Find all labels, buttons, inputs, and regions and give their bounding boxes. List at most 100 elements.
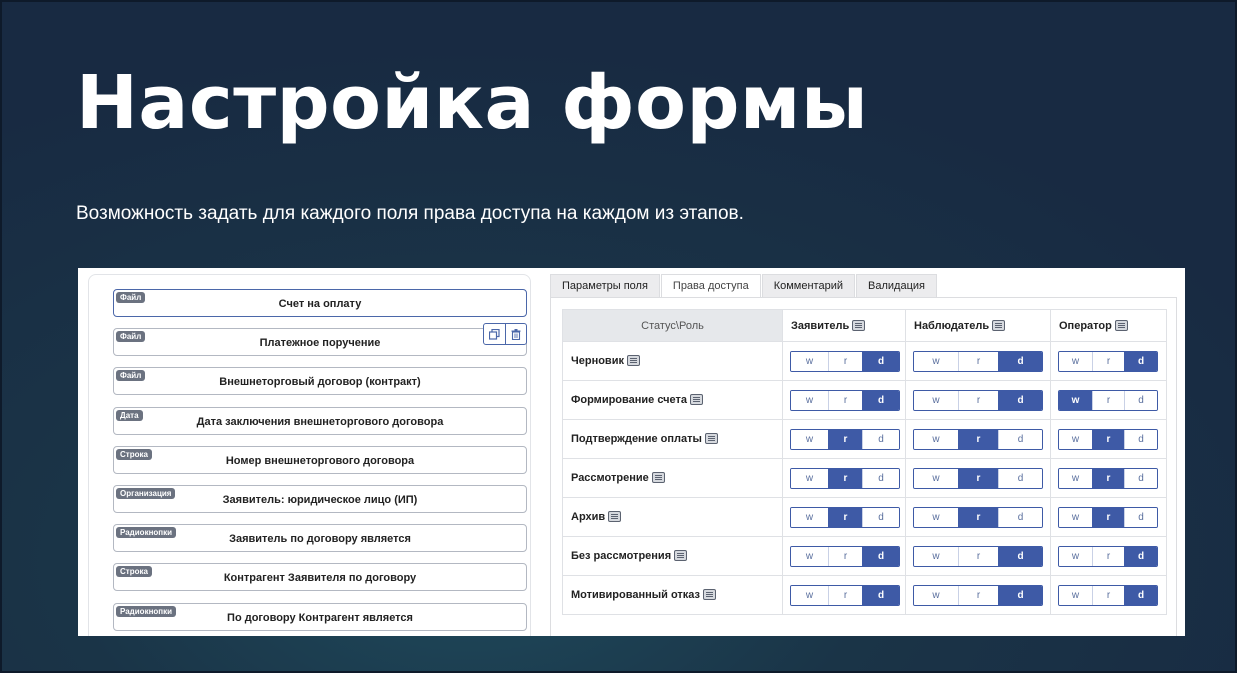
permission-option-w[interactable]: w (914, 429, 958, 449)
list-icon[interactable] (1114, 319, 1128, 331)
list-icon[interactable] (626, 355, 640, 366)
permission-option-w[interactable]: w (791, 546, 828, 566)
form-field[interactable]: Файл Счет на оплату (113, 289, 527, 317)
permission-option-d[interactable]: d (1124, 390, 1157, 410)
permission-option-d[interactable]: d (862, 468, 899, 488)
permission-option-w[interactable]: w (914, 585, 958, 605)
tab-1[interactable]: Параметры поля (550, 274, 660, 297)
list-icon[interactable] (992, 319, 1006, 331)
copy-field-button[interactable] (484, 324, 505, 344)
list-icon[interactable] (703, 589, 717, 600)
permission-option-d[interactable]: d (1124, 468, 1157, 488)
permission-option-d[interactable]: d (1124, 429, 1157, 449)
permission-option-w[interactable]: w (914, 468, 958, 488)
form-field[interactable]: Организация Заявитель: юридическое лицо (… (113, 485, 527, 513)
permission-toggle: wrd (1058, 467, 1158, 489)
permission-option-w[interactable]: w (1059, 390, 1092, 410)
permission-option-r[interactable]: r (958, 546, 998, 566)
permission-option-w[interactable]: w (914, 390, 958, 410)
permission-option-d[interactable]: d (998, 429, 1042, 449)
stage-row: Мотивированный отказ w r d w r d w r d (562, 575, 1167, 615)
permission-option-w[interactable]: w (791, 429, 828, 449)
permission-option-w[interactable]: w (791, 507, 828, 527)
permission-option-d[interactable]: d (1124, 507, 1157, 527)
slide-title: Настройка формы (76, 60, 869, 146)
stage-cell: Без рассмотрения (562, 536, 783, 576)
permission-option-r[interactable]: r (1092, 390, 1124, 410)
permission-option-d[interactable]: d (998, 390, 1042, 410)
permission-option-d[interactable]: d (998, 585, 1042, 605)
permission-option-w[interactable]: w (791, 585, 828, 605)
list-icon[interactable] (674, 550, 688, 561)
permission-option-r[interactable]: r (1092, 546, 1124, 566)
permission-option-r[interactable]: r (1092, 351, 1124, 371)
permission-option-d[interactable]: d (862, 390, 899, 410)
delete-field-button[interactable] (504, 324, 527, 344)
permission-option-r[interactable]: r (958, 507, 998, 527)
permission-option-w[interactable]: w (791, 468, 828, 488)
permission-option-w[interactable]: w (914, 546, 958, 566)
permission-option-w[interactable]: w (791, 390, 828, 410)
permission-option-r[interactable]: r (958, 429, 998, 449)
permission-option-d[interactable]: d (998, 468, 1042, 488)
field-settings-panel: Параметры поля Права доступа Комментарий Ва… (550, 274, 1177, 636)
permission-cell: wrd (905, 497, 1051, 537)
permission-option-w[interactable]: w (1059, 546, 1092, 566)
form-field[interactable]: Файл Платежное поручение (113, 328, 527, 357)
form-field[interactable]: Дата Дата заключения внешнеторгового дого… (113, 406, 527, 435)
tab-2[interactable]: Права доступа (660, 274, 761, 297)
permission-option-w[interactable]: w (914, 351, 958, 371)
permission-cell: wrd (1050, 497, 1167, 537)
permission-option-r[interactable]: r (828, 507, 862, 527)
form-field[interactable]: Строка Номер внешнеторгового договора (113, 445, 527, 474)
permission-option-r[interactable]: r (958, 585, 998, 605)
permission-option-r[interactable]: r (958, 468, 998, 488)
permission-option-w[interactable]: w (1059, 351, 1092, 371)
permission-option-d[interactable]: d (998, 546, 1042, 566)
permission-option-r[interactable]: r (828, 585, 862, 605)
permission-option-d[interactable]: d (862, 351, 899, 371)
permission-option-r[interactable]: r (1092, 585, 1124, 605)
list-icon[interactable] (690, 394, 704, 405)
permission-option-d[interactable]: d (1124, 351, 1157, 371)
list-icon[interactable] (852, 319, 866, 331)
list-icon[interactable] (704, 433, 718, 444)
permission-option-d[interactable]: d (998, 507, 1042, 527)
permission-option-d[interactable]: d (1124, 546, 1157, 566)
permission-option-d[interactable]: d (998, 351, 1042, 371)
tab-4[interactable]: Валидация (856, 274, 937, 297)
field-name: По договору Контрагент является (227, 611, 413, 624)
permission-option-r[interactable]: r (1092, 468, 1124, 488)
permission-option-d[interactable]: d (862, 429, 899, 449)
permission-option-w[interactable]: w (914, 507, 958, 527)
permission-option-r[interactable]: r (958, 390, 998, 410)
permission-option-w[interactable]: w (1059, 429, 1092, 449)
permission-option-r[interactable]: r (958, 351, 998, 371)
permission-option-r[interactable]: r (828, 468, 862, 488)
permission-option-r[interactable]: r (828, 351, 862, 371)
permission-option-w[interactable]: w (1059, 507, 1092, 527)
permission-option-r[interactable]: r (828, 390, 862, 410)
permission-option-r[interactable]: r (828, 546, 862, 566)
permission-option-r[interactable]: r (1092, 429, 1124, 449)
stage-label: Архив (571, 511, 606, 523)
list-icon[interactable] (651, 472, 665, 483)
permission-option-r[interactable]: r (828, 429, 862, 449)
permission-option-w[interactable]: w (791, 351, 828, 371)
stage-label: Формирование счета (571, 394, 688, 406)
form-field[interactable]: Строка Контрагент Заявителя по договору (113, 563, 527, 592)
permission-option-d[interactable]: d (862, 546, 899, 566)
permission-cell: wrd (782, 575, 906, 615)
permission-option-d[interactable]: d (862, 585, 899, 605)
permission-toggle: wrd (913, 584, 1043, 606)
permission-option-w[interactable]: w (1059, 468, 1092, 488)
form-field[interactable]: Файл Внешнеторговый договор (контракт) (113, 367, 527, 396)
form-field[interactable]: Радиокнопки Заявитель по договору являетс… (113, 524, 527, 553)
list-icon[interactable] (608, 511, 622, 522)
permission-option-d[interactable]: d (862, 507, 899, 527)
permission-option-w[interactable]: w (1059, 585, 1092, 605)
permission-option-r[interactable]: r (1092, 507, 1124, 527)
tab-3[interactable]: Комментарий (761, 274, 856, 297)
permission-option-d[interactable]: d (1124, 585, 1157, 605)
form-field[interactable]: Радиокнопки По договору Контрагент являет… (113, 602, 527, 631)
